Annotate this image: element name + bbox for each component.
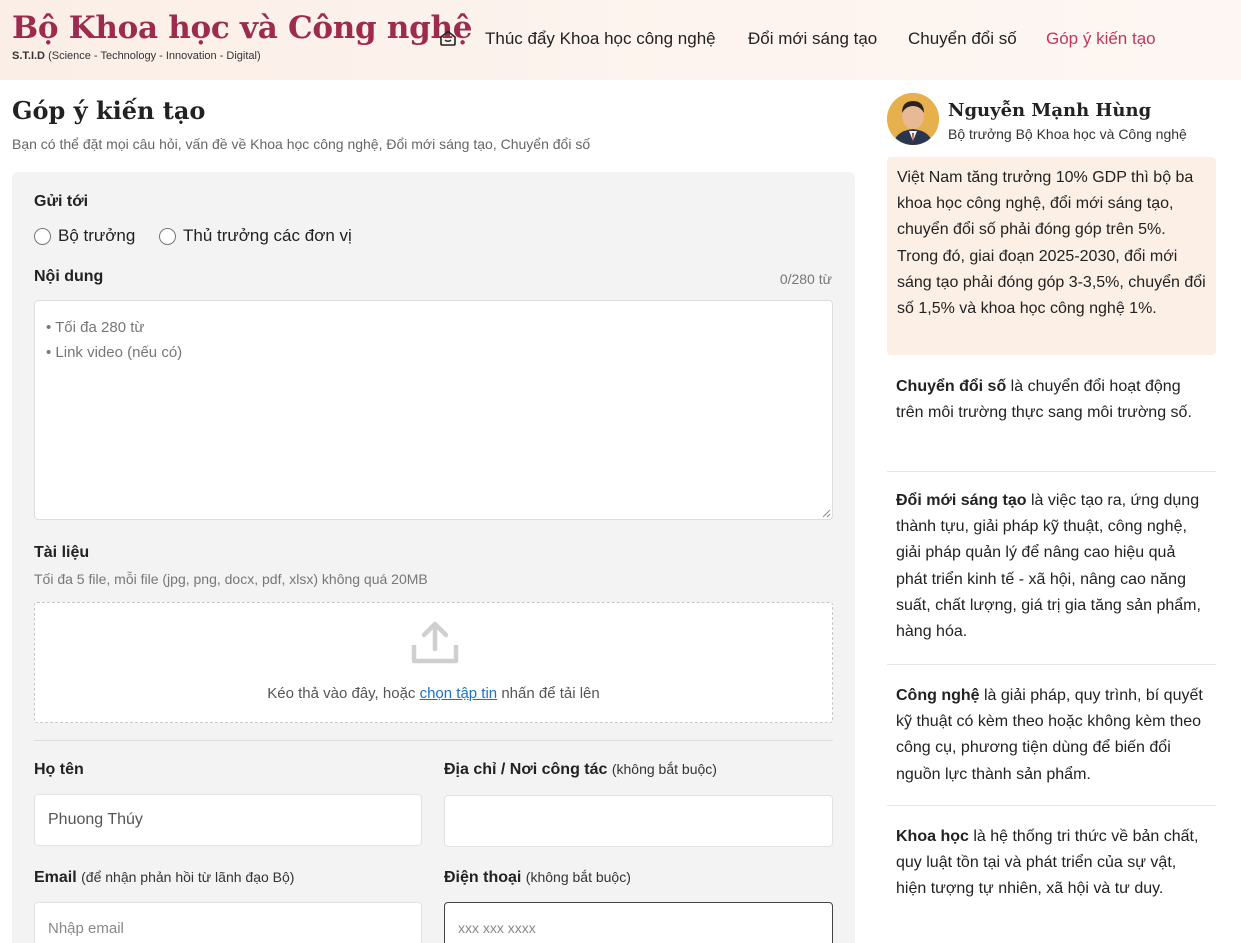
nav-item-gop-y-kien-tao[interactable]: Góp ý kiến tạo xyxy=(1046,29,1156,49)
definition-chuyen-doi-so: Chuyển đổi số là chuyển đổi hoạt động tr… xyxy=(887,374,1216,426)
radio-thu-truong-label: Thủ trưởng các đơn vị xyxy=(183,226,352,245)
form-divider xyxy=(34,740,833,741)
name-label: Họ tên xyxy=(34,761,84,778)
email-label-text: Email xyxy=(34,869,77,886)
nav-item-khoa-hoc-cong-nghe[interactable]: Thúc đẩy Khoa học công nghệ xyxy=(485,29,716,49)
minister-avatar xyxy=(887,93,939,145)
content-textarea[interactable]: • Tối đa 280 từ • Link video (nếu có) xyxy=(34,300,833,520)
home-icon[interactable] xyxy=(437,27,459,49)
phone-label-text: Điện thoại xyxy=(444,869,522,886)
minister-quote: Việt Nam tăng trưởng 10% GDP thì bộ ba k… xyxy=(887,157,1216,355)
radio-circle[interactable] xyxy=(159,227,176,245)
definition-text: là việc tạo ra, ứng dụng thành tựu, giải… xyxy=(896,492,1201,641)
email-label: Email (để nhận phản hồi từ lãnh đạo Bộ) xyxy=(34,869,294,887)
page-title: Góp ý kiến tạo xyxy=(12,96,206,125)
dropzone-text: Kéo thả vào đây, hoặc chọn tập tin nhấn … xyxy=(35,685,832,702)
address-optional-note: (không bắt buộc) xyxy=(611,761,717,777)
name-input[interactable]: Phuong Thúy xyxy=(34,794,422,846)
radio-bo-truong[interactable]: Bộ trưởng xyxy=(34,225,135,247)
site-header: Bộ Khoa học và Công nghệ S.T.I.D (Scienc… xyxy=(0,0,1241,80)
dropzone-text-before: Kéo thả vào đây, hoặc xyxy=(267,685,420,702)
radio-thu-truong[interactable]: Thủ trưởng các đơn vị xyxy=(159,225,352,247)
definition-cong-nghe: Công nghệ là giải pháp, quy trình, bí qu… xyxy=(887,683,1216,788)
documents-label: Tài liệu xyxy=(34,544,90,561)
radio-bo-truong-label: Bộ trưởng xyxy=(58,226,136,245)
definition-term: Đổi mới sáng tạo xyxy=(896,492,1027,509)
nav-item-doi-moi-sang-tao[interactable]: Đổi mới sáng tạo xyxy=(748,29,877,49)
sidebar-divider xyxy=(887,805,1216,806)
file-dropzone[interactable]: Kéo thả vào đây, hoặc chọn tập tin nhấn … xyxy=(34,602,833,723)
phone-label: Điện thoại (không bắt buộc) xyxy=(444,869,631,887)
email-note: (để nhận phản hồi từ lãnh đạo Bộ) xyxy=(81,869,295,885)
dropzone-text-after: nhấn để tải lên xyxy=(497,685,600,702)
brand-title[interactable]: Bộ Khoa học và Công nghệ xyxy=(12,10,472,46)
email-input[interactable]: Nhập email xyxy=(34,902,422,943)
minister-role: Bộ trưởng Bộ Khoa học và Công nghệ xyxy=(948,126,1187,142)
upload-icon xyxy=(411,621,459,664)
sidebar-divider xyxy=(887,471,1216,472)
definition-term: Khoa học xyxy=(896,828,969,845)
definition-doi-moi-sang-tao: Đổi mới sáng tạo là việc tạo ra, ứng dụn… xyxy=(887,488,1216,645)
brand-tagline: S.T.I.D (Science - Technology - Innovati… xyxy=(12,50,261,62)
documents-hint: Tối đa 5 file, mỗi file (jpg, png, docx,… xyxy=(34,571,428,587)
avatar-portrait-icon xyxy=(887,93,939,145)
sidebar-divider xyxy=(887,664,1216,665)
send-to-label: Gửi tới xyxy=(34,193,89,210)
brand-tagline-text: (Science - Technology - Innovation - Dig… xyxy=(48,50,261,62)
minister-name: Nguyễn Mạnh Hùng xyxy=(948,100,1152,121)
word-counter: 0/280 từ xyxy=(779,271,832,287)
radio-circle[interactable] xyxy=(34,227,51,245)
definition-khoa-hoc: Khoa học là hệ thống tri thức về bản chấ… xyxy=(887,824,1216,903)
address-label-text: Địa chỉ / Nơi công tác xyxy=(444,761,608,778)
page-description: Bạn có thể đặt mọi câu hỏi, vấn đề về Kh… xyxy=(12,136,591,152)
choose-file-link[interactable]: chọn tập tin xyxy=(420,685,498,702)
address-label: Địa chỉ / Nơi công tác (không bắt buộc) xyxy=(444,761,717,779)
address-input[interactable] xyxy=(444,795,833,847)
content-label: Nội dung xyxy=(34,268,104,285)
nav-item-chuyen-doi-so[interactable]: Chuyển đổi số xyxy=(908,29,1017,49)
definition-term: Công nghệ xyxy=(896,687,980,704)
phone-input[interactable]: xxx xxx xxxx xyxy=(444,902,833,943)
brand-abbr: S.T.I.D xyxy=(12,50,46,62)
phone-optional-note: (không bắt buộc) xyxy=(525,869,631,885)
resize-grip-icon[interactable] xyxy=(822,509,831,518)
definition-term: Chuyển đổi số xyxy=(896,378,1007,395)
